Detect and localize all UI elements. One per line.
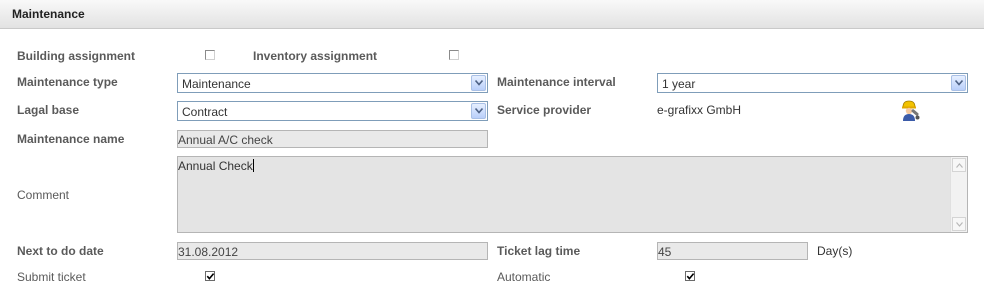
scroll-down-button[interactable] bbox=[952, 217, 966, 231]
maintenance-name-label: Maintenance name bbox=[17, 132, 125, 146]
ticket-lag-time-value: 45 bbox=[658, 245, 672, 259]
next-to-do-date-input[interactable]: 31.08.2012 bbox=[177, 242, 488, 260]
checkmark-icon bbox=[686, 273, 695, 280]
maintenance-interval-label: Maintenance interval bbox=[497, 75, 616, 89]
automatic-checkbox[interactable] bbox=[685, 271, 695, 281]
next-to-do-date-label: Next to do date bbox=[17, 244, 104, 258]
maintenance-name-value: Annual A/C check bbox=[178, 133, 273, 147]
ticket-lag-time-unit: Day(s) bbox=[817, 244, 853, 258]
chevron-down-icon[interactable] bbox=[471, 75, 486, 91]
submit-ticket-checkbox[interactable] bbox=[205, 271, 215, 281]
inventory-assignment-checkbox[interactable] bbox=[449, 50, 459, 60]
building-assignment-checkbox[interactable] bbox=[205, 50, 215, 60]
comment-scrollbar[interactable] bbox=[950, 157, 967, 232]
chevron-down-icon[interactable] bbox=[951, 75, 966, 91]
submit-ticket-label: Submit ticket bbox=[17, 270, 86, 284]
ticket-lag-time-input[interactable]: 45 bbox=[657, 242, 808, 260]
maintenance-type-label: Maintenance type bbox=[17, 75, 118, 89]
scroll-up-button[interactable] bbox=[952, 158, 966, 172]
comment-label: Comment bbox=[17, 188, 70, 202]
automatic-label: Automatic bbox=[497, 270, 551, 284]
maintenance-type-value: Maintenance bbox=[182, 77, 251, 91]
comment-textarea[interactable]: Annual Check bbox=[177, 156, 968, 233]
inventory-assignment-label: Inventory assignment bbox=[253, 49, 378, 63]
service-provider-label: Service provider bbox=[497, 103, 592, 117]
service-provider-value: e-grafixx GmbH bbox=[657, 103, 742, 117]
legal-base-label: Lagal base bbox=[17, 103, 80, 117]
legal-base-value: Contract bbox=[182, 105, 228, 119]
text-caret bbox=[252, 159, 254, 172]
maintenance-interval-value: 1 year bbox=[662, 77, 696, 91]
legal-base-select[interactable]: Contract bbox=[177, 101, 488, 121]
maintenance-name-input[interactable]: Annual A/C check bbox=[177, 130, 488, 148]
section-header: Maintenance bbox=[0, 0, 984, 29]
next-to-do-date-value: 31.08.2012 bbox=[178, 245, 239, 259]
checkmark-icon bbox=[206, 273, 215, 280]
maintenance-type-select[interactable]: Maintenance bbox=[177, 73, 488, 93]
section-title: Maintenance bbox=[12, 7, 85, 21]
worker-icon[interactable] bbox=[897, 98, 921, 122]
chevron-down-icon[interactable] bbox=[471, 103, 486, 119]
building-assignment-label: Building assignment bbox=[17, 49, 136, 63]
maintenance-interval-select[interactable]: 1 year bbox=[657, 73, 968, 93]
comment-text: Annual Check bbox=[178, 159, 254, 173]
ticket-lag-time-label: Ticket lag time bbox=[497, 244, 581, 258]
